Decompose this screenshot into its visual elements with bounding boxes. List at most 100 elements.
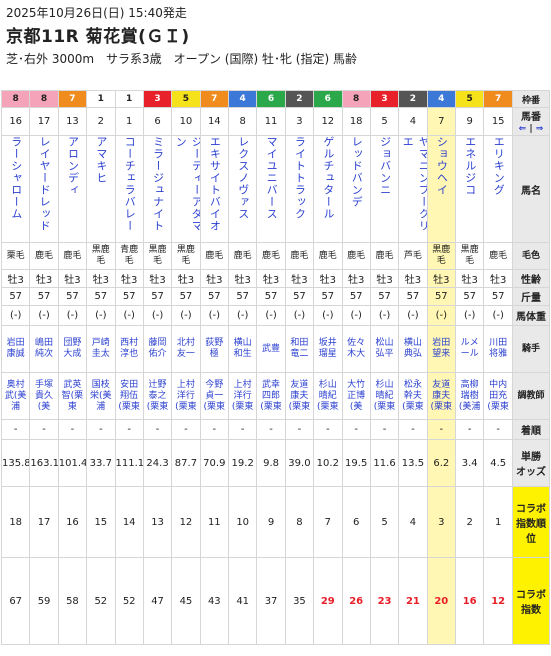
chaku-cell: -: [426, 419, 457, 440]
coat-cell: 鹿毛: [57, 242, 88, 270]
trainer-text: 奥村: [6, 379, 25, 390]
trainer-cell: 杉山 晴紀(栗東: [369, 372, 400, 420]
jockey-link[interactable]: 坂井 瑠星: [319, 338, 337, 359]
coat-text: 毛: [465, 256, 475, 266]
sex-label-text: 性齢: [521, 275, 541, 286]
jockey-link[interactable]: 団野 大成: [63, 338, 81, 359]
horse-name-link[interactable]: レクスノヴァス: [235, 137, 251, 237]
horse-name-link[interactable]: ヤマニンブークリエ: [400, 137, 426, 237]
jockey-link[interactable]: 佐々 木大: [347, 338, 365, 359]
jockey-link[interactable]: 岩田 望来: [432, 338, 450, 359]
trainer-link[interactable]: 国枝 栄(美浦: [90, 380, 112, 412]
trainer-link[interactable]: 杉山 晴紀(栗東: [374, 380, 396, 412]
trainer-text: 今野: [205, 379, 224, 390]
kinryo-text: 57: [491, 291, 505, 302]
horse-name-link[interactable]: ジーティーアダマン: [173, 137, 199, 237]
jockey-link[interactable]: 横山 典弘: [404, 338, 422, 359]
trainer-link[interactable]: 辻野 泰之(栗東: [147, 380, 169, 412]
umaban-number: 4: [409, 116, 417, 127]
score-cell: 12: [483, 557, 513, 645]
sort-desc-link[interactable]: ⇒: [536, 124, 544, 134]
jockey-cell: 藤岡 佑介: [142, 325, 173, 373]
chaku-text: -: [326, 424, 330, 435]
trainer-text: 正博(美: [347, 390, 366, 412]
horse-name-link[interactable]: コーチェラバレー: [121, 137, 137, 237]
coat-cell: 鹿毛: [341, 242, 371, 270]
waku-number: 1: [97, 94, 104, 104]
trainer-link[interactable]: 杉山 晴紀(栗東: [317, 380, 339, 412]
trainer-link[interactable]: 中内 田充(栗東: [487, 380, 509, 412]
horse-name-cell: レクスノヴァス: [227, 135, 258, 243]
horse-name-cell: ゲルチュタール: [313, 135, 343, 243]
rank-text: 11: [207, 516, 221, 528]
jockey-link[interactable]: 藤岡 佑介: [149, 338, 167, 359]
jockey-link[interactable]: 武豊: [262, 344, 280, 354]
horse-name-link[interactable]: エリキング: [490, 137, 506, 237]
trainer-link[interactable]: 上村 洋行(栗東: [232, 380, 254, 412]
horse-name-link[interactable]: アマキヒ: [93, 137, 109, 237]
jockey-link[interactable]: 川田 将雅: [489, 338, 507, 359]
jockey-link[interactable]: 岩田 康誠: [7, 338, 25, 359]
horse-name-link[interactable]: ラーシャローム: [8, 137, 24, 237]
sort-asc-link[interactable]: ⇐: [519, 124, 527, 134]
horse-name-link[interactable]: マイユニバース: [263, 137, 279, 237]
trainer-text: 杉山: [318, 379, 337, 390]
chaku-cell: -: [227, 419, 258, 440]
trainer-link[interactable]: 安田 翔伍(栗東: [118, 380, 140, 412]
horse-name-link[interactable]: エキサイトバイオ: [206, 137, 222, 237]
trainer-link[interactable]: 松永 幹夫(栗東: [402, 380, 424, 412]
horse-name-link[interactable]: レイヤードレッド: [36, 137, 52, 237]
trainer-link[interactable]: 大竹 正博(美: [347, 380, 365, 412]
trainer-link[interactable]: 手塚 貴久(美: [35, 380, 53, 412]
jockey-cell: 横山 和生: [227, 325, 258, 373]
horse-name-link[interactable]: ライトトラック: [291, 137, 307, 237]
umaban-cell: 7: [426, 107, 457, 136]
jockey-link[interactable]: 松山 弘平: [376, 338, 394, 359]
odds-cell: 9.8: [256, 439, 286, 487]
jockey-text: 岩田: [6, 338, 25, 348]
jockey-link[interactable]: 西村 淳也: [120, 338, 138, 359]
jockey-link[interactable]: 和田 竜二: [290, 338, 308, 359]
trainer-link[interactable]: 武英 智(栗東: [62, 380, 84, 412]
jockey-link[interactable]: 北村 友一: [177, 338, 195, 359]
horse-name-link[interactable]: アロンディ: [64, 137, 80, 237]
horse-name-link[interactable]: ミラージュナイト: [150, 137, 166, 237]
jockey-text: 北村: [176, 338, 195, 348]
jockey-link[interactable]: ルメ ール: [461, 338, 479, 359]
horse-name-link[interactable]: レッドバンデ: [348, 137, 364, 237]
umaban-row: 16 17 13 2 1 6 10 14 8 11 3 12 18 5 4 7 9 15 馬番 ⇐ | ⇒: [0, 107, 550, 136]
bw-text: (-): [293, 310, 306, 321]
horse-name-link[interactable]: ジョバンニ: [377, 137, 393, 237]
trainer-link[interactable]: 奥村 武(美浦: [5, 380, 27, 412]
kinryo-cell: 57: [199, 287, 230, 306]
kinryo-label-text: 斤量: [521, 293, 541, 304]
jockey-link[interactable]: 嶋田 純次: [35, 338, 53, 359]
trainer-link[interactable]: 高柳 瑞樹(美浦: [459, 380, 481, 412]
trainer-cell: 武幸 四郎(栗東: [256, 372, 286, 420]
trainer-text: 貴久(美: [35, 390, 54, 412]
sex-text: 牡3: [433, 275, 450, 286]
score-cell: 41: [227, 557, 258, 645]
horse-name-link[interactable]: ショウヘイ: [433, 137, 449, 237]
trainer-link[interactable]: 友道 康夫(栗東: [431, 380, 453, 412]
jockey-link[interactable]: 戸崎 圭太: [92, 338, 110, 359]
umaban-number: 14: [207, 116, 221, 127]
jockey-link[interactable]: 荻野極: [205, 338, 223, 359]
horse-name-link[interactable]: エネルジコ: [462, 137, 478, 237]
coat-cell: 鹿毛: [199, 242, 230, 270]
trainer-cell: 今野 貞一(栗東: [199, 372, 230, 420]
trainer-link[interactable]: 友道 康夫(栗東: [289, 380, 311, 412]
kinryo-text: 57: [66, 291, 79, 302]
trainer-link[interactable]: 今野 貞一(栗東: [204, 380, 226, 412]
umaban-cell: 16: [0, 107, 31, 136]
trainer-link[interactable]: 上村 洋行(栗東: [175, 380, 197, 412]
score-cell: 59: [29, 557, 59, 645]
sex-text: 牡3: [291, 275, 308, 286]
coat-text: 鹿毛: [347, 250, 366, 261]
trainer-link[interactable]: 武幸 四郎(栗東: [260, 380, 282, 412]
jockey-link[interactable]: 横山 和生: [234, 338, 252, 359]
horse-name-link[interactable]: ゲルチュタール: [320, 137, 336, 237]
trainer-cell: 手塚 貴久(美: [29, 372, 59, 420]
jockey-cell: 嶋田 純次: [29, 325, 59, 373]
coat-text: 毛: [124, 256, 134, 266]
